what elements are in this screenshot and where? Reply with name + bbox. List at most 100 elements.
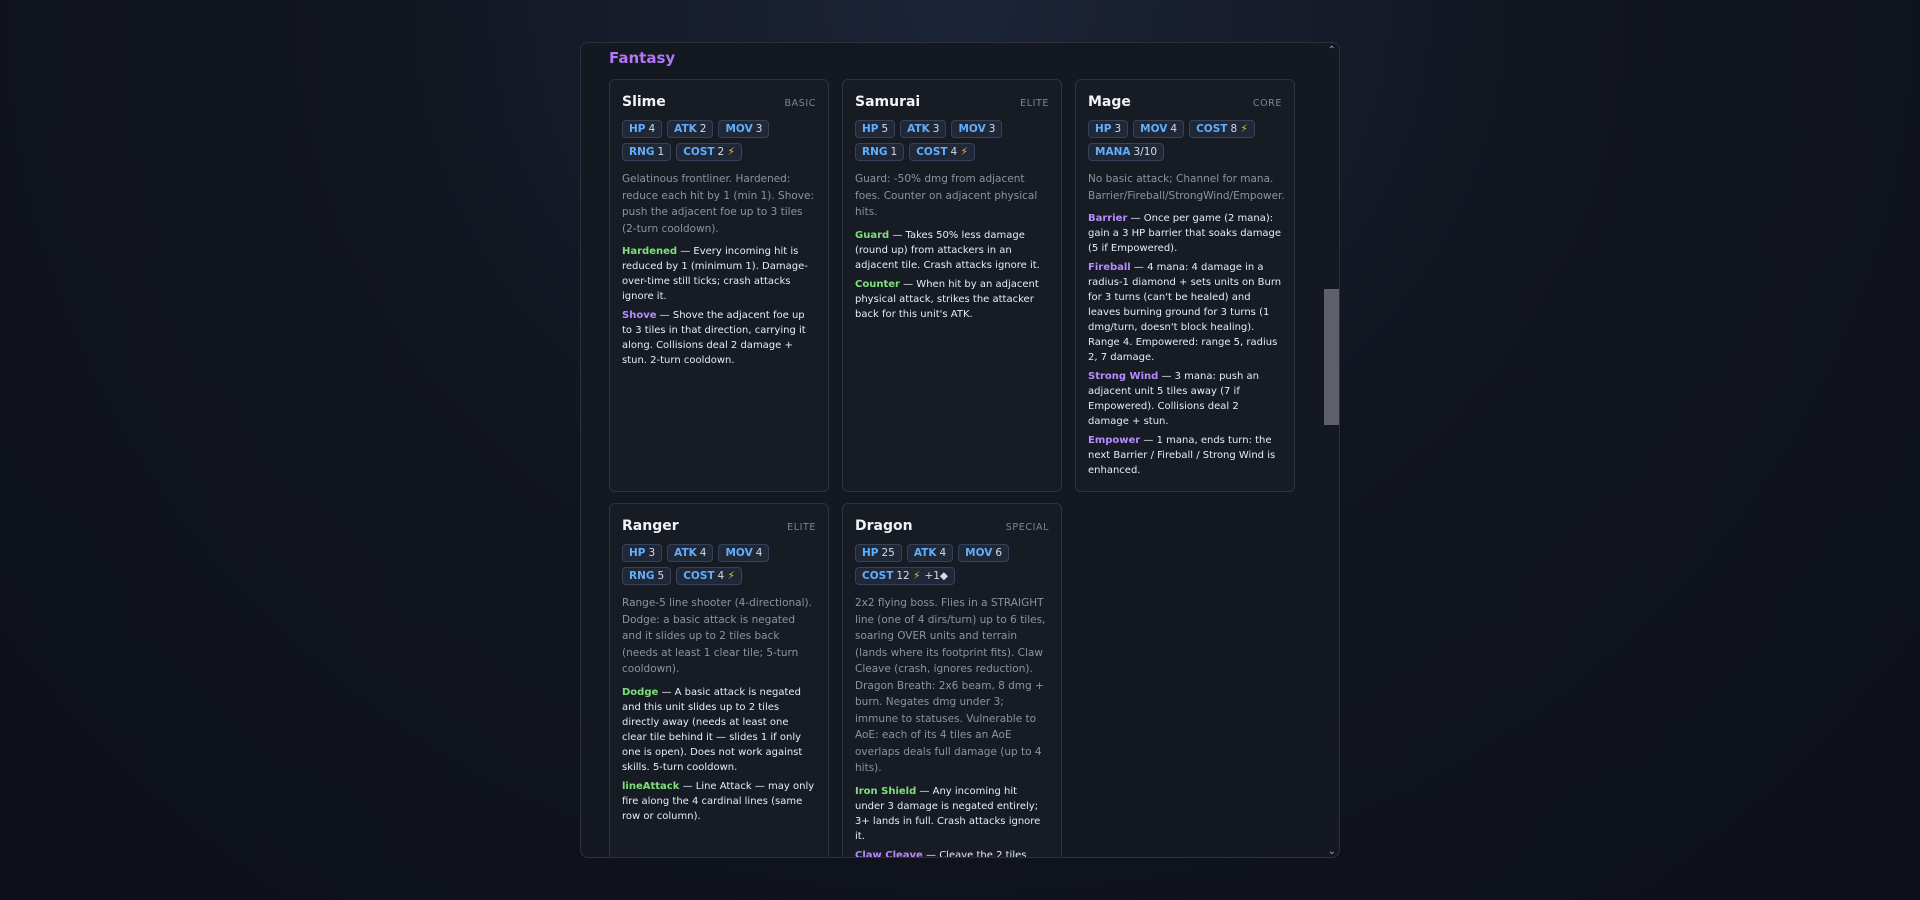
stat-key: COST <box>1196 123 1228 135</box>
stat-badge-hp: HP 4 <box>622 120 663 138</box>
stat-badge-atk: ATK 4 <box>906 544 954 562</box>
stat-key: COST <box>862 570 894 582</box>
stat-badge-rng: RNG 5 <box>622 567 672 585</box>
card-header: Mage CORE <box>1088 94 1282 110</box>
stat-badge-mov: MOV 3 <box>951 120 1003 138</box>
stat-key: MOV <box>1140 123 1168 135</box>
stat-value: 3 <box>988 123 996 135</box>
unit-tier: ELITE <box>1020 98 1049 109</box>
ability-name: Guard <box>855 229 890 241</box>
stat-value: 4 <box>699 547 707 559</box>
stat-badge-cost: COST 4 ⚡ <box>676 567 742 585</box>
stat-value: 1 <box>890 146 898 158</box>
ability-entry: Counter — When hit by an adjacent physic… <box>855 277 1049 322</box>
roster-content: Fantasy Slime BASIC HP 4 ATK 2 MOV 3 RNG 1 COST 2 ⚡… <box>609 43 1309 858</box>
stat-value: 3 <box>932 123 940 135</box>
ability-name: Iron Shield <box>855 785 917 797</box>
stat-value: 4 <box>648 123 656 135</box>
ability-name: Hardened <box>622 246 678 257</box>
ability-name: Shove <box>622 310 657 321</box>
stat-value: 5 <box>881 123 889 135</box>
card-header: Samurai ELITE <box>855 94 1049 110</box>
stat-value: 5 <box>657 570 665 582</box>
stat-badge-hp: HP 3 <box>1088 120 1129 138</box>
stat-badge-cost: COST 4 ⚡ <box>909 143 975 161</box>
stat-value: 3/10 <box>1133 146 1158 158</box>
scrollbar[interactable]: ⌃ ⌄ <box>1323 43 1339 857</box>
ability-name: Counter <box>855 278 900 290</box>
stat-badge-mana: MANA 3/10 <box>1088 143 1165 161</box>
stat-key: MOV <box>965 547 993 559</box>
scrollbar-thumb[interactable] <box>1324 289 1339 425</box>
card-header: Ranger ELITE <box>622 518 816 534</box>
ability-text: — A basic attack is negated and this uni… <box>622 686 803 773</box>
section-title: Fantasy <box>609 49 676 67</box>
stat-badge-rng: RNG 1 <box>855 143 905 161</box>
energy-bolt-icon: ⚡ <box>909 570 921 582</box>
unit-card-dragon[interactable]: Dragon SPECIAL HP 25 ATK 4 MOV 6 COST 12 ⚡ +1◆ 2x2 … <box>842 503 1062 858</box>
stat-badge-cost: COST 2 ⚡ <box>676 143 742 161</box>
stat-badge-mov: MOV 4 <box>718 544 770 562</box>
ability-entry: Barrier — Once per game (2 mana): gain a… <box>1088 211 1282 256</box>
scroll-up-icon[interactable]: ⌃ <box>1328 45 1336 56</box>
stat-value: 4 <box>1170 123 1178 135</box>
ability-entry: lineAttack — Line Attack — may only fire… <box>622 779 816 824</box>
stat-key: COST <box>683 146 715 158</box>
stat-value: 4 <box>755 547 763 559</box>
stat-key: HP <box>629 547 646 559</box>
stat-badge-rng: RNG 1 <box>622 143 672 161</box>
energy-bolt-icon: ⚡ <box>1237 123 1248 135</box>
ability-entry: Fireball — 4 mana: 4 damage in a radius-… <box>1088 260 1282 365</box>
stat-badges: HP 3 ATK 4 MOV 4 RNG 5 COST 4 ⚡ <box>622 544 816 585</box>
ability-name: Empower <box>1088 435 1141 446</box>
stat-key: HP <box>862 547 879 559</box>
unit-name: Slime <box>622 94 666 110</box>
energy-bolt-icon: ⚡ <box>724 146 735 158</box>
stat-key: MANA <box>1095 146 1131 158</box>
unit-description: 2x2 flying boss. Flies in a STRAIGHT lin… <box>855 597 1046 774</box>
stat-badge-hp: HP 5 <box>855 120 896 138</box>
ability-entry: Claw Cleave — Cleave the 2 tiles beyond … <box>855 848 1049 858</box>
card-header: Dragon SPECIAL <box>855 518 1049 534</box>
ability-name: Claw Cleave <box>855 849 923 858</box>
stat-key: ATK <box>913 547 937 559</box>
stat-value: 12 <box>896 570 910 582</box>
ability-name: Fireball <box>1088 262 1131 273</box>
ability-text: — 4 mana: 4 damage in a radius-1 diamond… <box>1088 262 1282 363</box>
unit-card-ranger[interactable]: Ranger ELITE HP 3 ATK 4 MOV 4 RNG 5 COST 4 ⚡ Range-5… <box>609 503 829 857</box>
stat-badges: HP 25 ATK 4 MOV 6 COST 12 ⚡ +1◆ <box>855 544 1049 585</box>
ability-entry: Shove — Shove the adjacent foe up to 3 t… <box>622 308 816 368</box>
ability-name: lineAttack <box>622 780 680 792</box>
ability-entry: Iron Shield — Any incoming hit under 3 d… <box>855 784 1049 844</box>
scroll-down-icon[interactable]: ⌄ <box>1328 846 1336 857</box>
stat-badge-hp: HP 3 <box>622 544 663 562</box>
stat-badge-atk: ATK 3 <box>900 120 947 138</box>
stat-key: HP <box>1095 123 1112 135</box>
unit-description: Gelatinous frontliner. Hardened: reduce … <box>622 173 814 235</box>
stat-key: ATK <box>907 123 930 135</box>
stat-badge-mov: MOV 3 <box>718 120 770 138</box>
ability-entry: Empower — 1 mana, ends turn: the next Ba… <box>1088 433 1282 478</box>
stat-badge-mov: MOV 6 <box>958 544 1010 562</box>
stat-badge-hp: HP 25 <box>855 544 902 562</box>
unit-card-samurai[interactable]: Samurai ELITE HP 5 ATK 3 MOV 3 RNG 1 COST 4 ⚡ Guard:… <box>842 79 1062 492</box>
stat-key: RNG <box>629 570 655 582</box>
stat-badge-mov: MOV 4 <box>1133 120 1185 138</box>
ability-entry: Hardened — Every incoming hit is reduced… <box>622 244 816 304</box>
stat-value: 3 <box>755 123 763 135</box>
stat-key: MOV <box>725 547 753 559</box>
stat-value: 1 <box>657 146 665 158</box>
ability-entry: Strong Wind — 3 mana: push an adjacent u… <box>1088 369 1282 429</box>
stat-badges: HP 3 MOV 4 COST 8 ⚡ MANA 3/10 <box>1088 120 1282 161</box>
stat-badges: HP 5 ATK 3 MOV 3 RNG 1 COST 4 ⚡ <box>855 120 1049 161</box>
stat-value: 6 <box>995 547 1003 559</box>
unit-card-mage[interactable]: Mage CORE HP 3 MOV 4 COST 8 ⚡ MANA 3/10 No basic a… <box>1075 79 1295 492</box>
ability-name: Dodge <box>622 686 659 698</box>
unit-tier: ELITE <box>787 522 816 533</box>
stat-badge-atk: ATK 4 <box>667 544 714 562</box>
unit-name: Dragon <box>855 518 913 534</box>
unit-card-slime[interactable]: Slime BASIC HP 4 ATK 2 MOV 3 RNG 1 COST 2 ⚡ Gelatino… <box>609 79 829 492</box>
stat-value: 25 <box>881 547 895 559</box>
unit-description: Range-5 line shooter (4-directional). Do… <box>622 597 812 675</box>
unit-name: Mage <box>1088 94 1131 110</box>
